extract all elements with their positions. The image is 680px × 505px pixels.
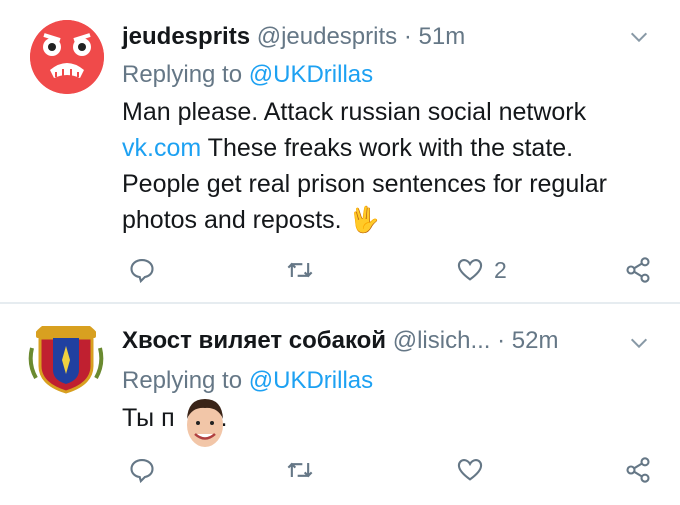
replying-to: Replying to @UKDrillas	[122, 366, 373, 396]
replying-to-mention[interactable]: @UKDrillas	[249, 61, 373, 88]
replying-to-mention[interactable]: @UKDrillas	[249, 367, 373, 394]
tweet-2-header: Хвост виляет собакой @lisich... · 52m	[122, 326, 558, 356]
vulcan-salute-emoji: 🖖	[348, 206, 380, 234]
chevron-down-icon[interactable]	[628, 26, 650, 48]
reply-button[interactable]	[128, 450, 156, 490]
tweet-text-line: photos and reposts. 🖖	[122, 202, 652, 238]
share-button[interactable]	[624, 450, 652, 490]
like-button[interactable]	[456, 450, 484, 490]
face-sticker-icon	[187, 399, 223, 447]
chevron-down-icon[interactable]	[628, 332, 650, 354]
user-handle[interactable]: @lisich...	[393, 327, 491, 354]
reply-button[interactable]	[128, 250, 156, 290]
share-icon	[626, 257, 650, 283]
replying-to: Replying to @UKDrillas	[122, 60, 373, 90]
share-button[interactable]	[624, 250, 652, 290]
replying-to-label: Replying to	[122, 367, 243, 394]
tweet-2-actions	[0, 450, 680, 490]
tweet-text-line: People get real prison sentences for reg…	[122, 170, 608, 198]
reply-icon	[130, 259, 154, 284]
coat-of-arms-icon	[28, 326, 104, 394]
tweet-1-actions: 2	[0, 250, 680, 290]
like-count: 2	[494, 256, 507, 283]
retweet-button[interactable]	[286, 250, 314, 290]
timestamp[interactable]: 51m	[419, 23, 466, 50]
display-name[interactable]: jeudesprits	[122, 23, 250, 50]
tweet-text-line: Man please. Attack russian social networ…	[122, 98, 587, 126]
retweet-icon	[287, 262, 313, 278]
display-name[interactable]: Хвост виляет собакой	[122, 327, 386, 354]
separator-dot: ·	[497, 327, 506, 354]
vk-link[interactable]: vk.com	[122, 134, 201, 162]
tweet-1-header: jeudesprits @jeudesprits · 51m	[122, 22, 465, 52]
like-button[interactable]: 2	[456, 250, 507, 290]
retweet-button[interactable]	[286, 450, 314, 490]
reply-icon	[130, 459, 154, 484]
like-icon	[457, 459, 483, 481]
tweet-text-fragment: Ты п	[122, 404, 175, 432]
timestamp[interactable]: 52m	[512, 327, 559, 354]
retweet-icon	[287, 462, 313, 478]
user-handle[interactable]: @jeudesprits	[257, 23, 397, 50]
tweet-text-fragment: These freaks work with the state.	[201, 134, 574, 162]
avatar-coat-of-arms[interactable]	[26, 318, 106, 398]
tweet-1-text: Man please. Attack russian social networ…	[122, 94, 652, 238]
tweet-text-fragment: photos and reposts.	[122, 206, 342, 234]
separator-dot: ·	[403, 23, 412, 50]
disapproval-face-icon	[30, 20, 104, 94]
replying-to-label: Replying to	[122, 61, 243, 88]
share-icon	[626, 457, 650, 483]
tweet-text-line: vk.com These freaks work with the state.	[122, 130, 652, 166]
like-icon	[457, 259, 483, 281]
avatar-jeudesprits[interactable]	[30, 20, 104, 94]
